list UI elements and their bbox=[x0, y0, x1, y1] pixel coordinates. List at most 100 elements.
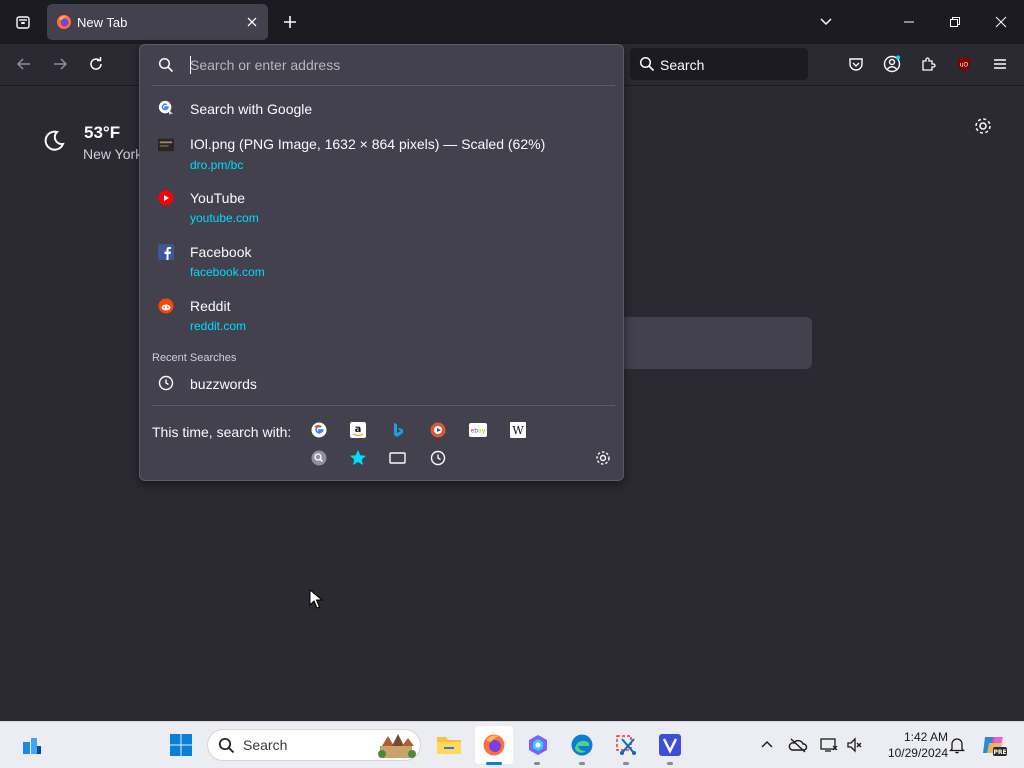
result-url: youtube.com bbox=[190, 211, 259, 225]
amazon-engine-button[interactable]: a bbox=[349, 421, 367, 439]
chevron-down-icon bbox=[820, 18, 832, 26]
copilot-pre-button[interactable]: PRE bbox=[975, 726, 1013, 764]
facebook-icon bbox=[158, 244, 174, 260]
result-reddit[interactable]: Reddit reddit.com bbox=[144, 293, 619, 337]
copilot-button[interactable] bbox=[519, 726, 557, 764]
minimize-button[interactable] bbox=[886, 0, 932, 44]
result-title: Search with Google bbox=[190, 101, 313, 117]
bookmarks-mode-button[interactable] bbox=[349, 449, 367, 467]
speaker-muted-icon bbox=[847, 737, 862, 753]
taskbar-search-placeholder: Search bbox=[243, 737, 288, 753]
recent-search-item[interactable]: buzzwords bbox=[144, 369, 619, 399]
firefox-view-button[interactable] bbox=[0, 0, 46, 44]
app-v-button[interactable] bbox=[651, 726, 689, 764]
volume-button[interactable] bbox=[843, 726, 867, 764]
back-button[interactable] bbox=[8, 48, 40, 80]
divider bbox=[152, 405, 615, 406]
ebay-icon: ebay bbox=[469, 423, 487, 437]
tab-new-tab[interactable]: New Tab bbox=[47, 4, 268, 40]
close-icon bbox=[995, 16, 1007, 28]
show-hidden-icons-button[interactable] bbox=[755, 726, 779, 764]
search-with-label: This time, search with: bbox=[152, 424, 292, 440]
start-button[interactable] bbox=[162, 726, 200, 764]
divider bbox=[152, 85, 615, 86]
snipping-tool-button[interactable] bbox=[607, 726, 645, 764]
ebay-engine-button[interactable]: ebay bbox=[469, 421, 487, 439]
minimize-icon bbox=[904, 21, 914, 23]
duckduckgo-engine-button[interactable] bbox=[429, 421, 447, 439]
edge-button[interactable] bbox=[563, 726, 601, 764]
search-mode-button[interactable] bbox=[310, 449, 328, 467]
reload-icon bbox=[90, 57, 102, 70]
search-settings-button[interactable] bbox=[594, 449, 612, 467]
bing-icon bbox=[394, 423, 403, 437]
history-mode-button[interactable] bbox=[429, 449, 447, 467]
extensions-button[interactable] bbox=[912, 48, 944, 80]
tab-title: New Tab bbox=[77, 15, 128, 30]
file-explorer-button[interactable] bbox=[430, 726, 468, 764]
widgets-button[interactable] bbox=[13, 726, 51, 764]
account-button[interactable] bbox=[876, 48, 908, 80]
windows-taskbar: Search 1:42 AM 10/29/2024 PRE bbox=[0, 721, 1024, 768]
running-indicator bbox=[667, 762, 673, 765]
new-tab-button[interactable] bbox=[267, 0, 313, 44]
bing-engine-button[interactable] bbox=[389, 421, 407, 439]
ublock-origin-button[interactable]: uO bbox=[948, 48, 980, 80]
search-icon bbox=[218, 737, 235, 754]
close-tab-icon[interactable] bbox=[246, 16, 258, 28]
result-search-with-google[interactable]: Search with Google bbox=[144, 92, 619, 124]
image-thumbnail-icon bbox=[158, 138, 174, 152]
list-all-tabs-button[interactable] bbox=[803, 0, 849, 44]
recent-searches-label: Recent Searches bbox=[152, 352, 237, 364]
address-input[interactable]: Search or enter address bbox=[190, 57, 610, 73]
result-title: Reddit bbox=[190, 298, 231, 314]
restore-button[interactable] bbox=[932, 0, 978, 44]
weather-moon-icon bbox=[44, 130, 65, 151]
pocket-button[interactable] bbox=[840, 48, 872, 80]
chevron-up-icon bbox=[761, 741, 773, 748]
svg-text:uO: uO bbox=[960, 62, 969, 69]
reddit-icon bbox=[158, 298, 174, 314]
taskbar-search[interactable]: Search bbox=[207, 729, 421, 761]
result-title: IOl.png (PNG Image, 1632 × 864 pixels) —… bbox=[190, 136, 546, 152]
result-url: dro.pm/bc bbox=[190, 158, 244, 172]
copilot-pre-icon: PRE bbox=[983, 737, 1007, 756]
wikipedia-engine-button[interactable]: W bbox=[509, 421, 527, 439]
result-title: Facebook bbox=[190, 244, 252, 260]
result-facebook[interactable]: Facebook facebook.com bbox=[144, 239, 619, 283]
result-image-page[interactable]: IOl.png (PNG Image, 1632 × 864 pixels) —… bbox=[144, 131, 619, 175]
firefox-taskbar-button[interactable] bbox=[475, 726, 513, 764]
hamburger-menu-icon bbox=[994, 59, 1006, 69]
running-indicator bbox=[534, 762, 540, 765]
close-window-button[interactable] bbox=[978, 0, 1024, 44]
duckduckgo-icon bbox=[430, 422, 446, 438]
plus-icon bbox=[284, 16, 296, 28]
google-icon bbox=[158, 100, 174, 116]
gear-icon bbox=[975, 118, 991, 134]
notifications-button[interactable] bbox=[945, 726, 969, 764]
personalize-button[interactable] bbox=[973, 116, 993, 136]
google-engine-button[interactable] bbox=[310, 421, 328, 439]
ublock-origin-icon: uO bbox=[958, 57, 970, 71]
network-button[interactable] bbox=[817, 726, 841, 764]
new-tab-search-box[interactable] bbox=[612, 317, 812, 369]
onedrive-button[interactable] bbox=[786, 726, 810, 764]
wikipedia-icon: W bbox=[510, 422, 526, 438]
search-icon bbox=[158, 57, 174, 73]
reload-button[interactable] bbox=[80, 48, 112, 80]
clock-icon bbox=[158, 375, 174, 391]
running-indicator bbox=[579, 762, 585, 765]
application-menu-button[interactable] bbox=[984, 48, 1016, 80]
running-indicator bbox=[623, 762, 629, 765]
forward-button[interactable] bbox=[44, 48, 76, 80]
edge-icon bbox=[571, 734, 593, 756]
text-caret bbox=[190, 56, 191, 74]
folder-icon bbox=[437, 737, 461, 754]
result-youtube[interactable]: YouTube youtube.com bbox=[144, 185, 619, 229]
firefox-logo-icon bbox=[57, 15, 71, 29]
tabs-mode-button[interactable] bbox=[389, 449, 407, 467]
firefox-logo-icon bbox=[483, 734, 505, 756]
toolbar-search-box[interactable]: Search bbox=[630, 48, 808, 80]
youtube-icon bbox=[158, 190, 174, 206]
taskbar-clock[interactable]: 1:42 AM 10/29/2024 bbox=[870, 729, 948, 761]
